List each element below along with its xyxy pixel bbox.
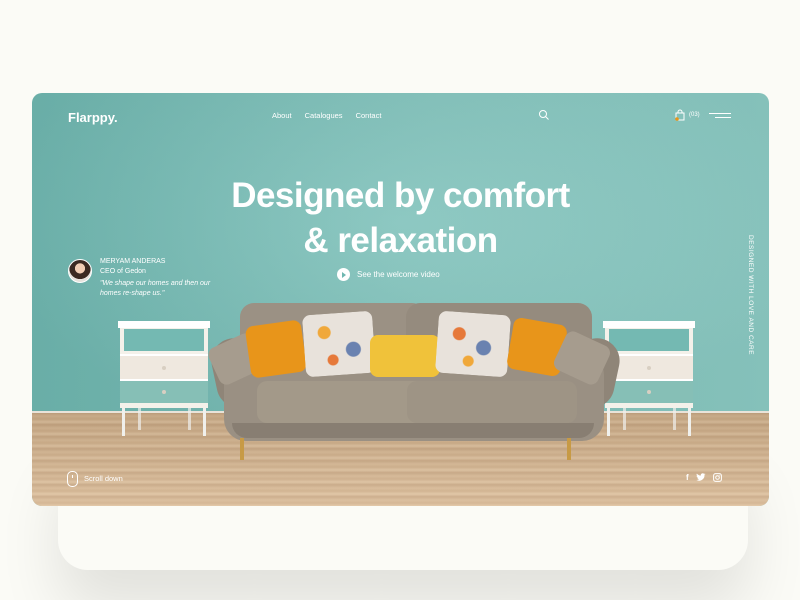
welcome-video-link[interactable]: See the welcome video (337, 268, 440, 281)
menu-icon[interactable] (709, 113, 731, 121)
testimonial-name: MERYAM ANDERAS (100, 258, 166, 265)
hero-section: Flarppy. About Catalogues Contact (03) D… (32, 93, 769, 506)
side-tagline: DESIGNED WITH LOVE AND CARE (747, 235, 754, 356)
main-nav: About Catalogues Contact (272, 111, 381, 120)
pillow-floral-right (434, 310, 512, 378)
twitter-icon[interactable] (695, 473, 706, 482)
scroll-down-label[interactable]: Scroll down (84, 474, 123, 483)
right-side-cabinet (603, 321, 695, 446)
cart-count: (03) (689, 112, 700, 118)
facebook-icon[interactable]: f (686, 473, 689, 482)
avatar (68, 259, 92, 283)
headline-line-2: & relaxation (303, 221, 498, 260)
bag-icon[interactable] (674, 109, 686, 121)
nav-catalogues[interactable]: Catalogues (305, 111, 343, 120)
pillow-yellow-center (370, 335, 440, 377)
hero-headline: Designed by comfort & relaxation (32, 173, 769, 263)
testimonial-quote: "We shape our homes and then our homes r… (100, 280, 211, 297)
mouse-icon[interactable] (67, 471, 78, 487)
search-icon[interactable] (538, 109, 550, 121)
nav-contact[interactable]: Contact (356, 111, 382, 120)
left-side-cabinet (118, 321, 210, 446)
pillow-floral-left (301, 310, 377, 378)
testimonial-role: CEO of Gedon (100, 268, 146, 275)
video-label[interactable]: See the welcome video (357, 270, 440, 279)
pillow-orange-left (244, 319, 308, 379)
play-icon[interactable] (337, 268, 350, 281)
social-links: f (686, 473, 722, 482)
headline-line-1: Designed by comfort (231, 176, 570, 215)
instagram-icon[interactable] (712, 473, 722, 482)
brand-logo[interactable]: Flarppy. (68, 110, 118, 125)
nav-about[interactable]: About (272, 111, 292, 120)
